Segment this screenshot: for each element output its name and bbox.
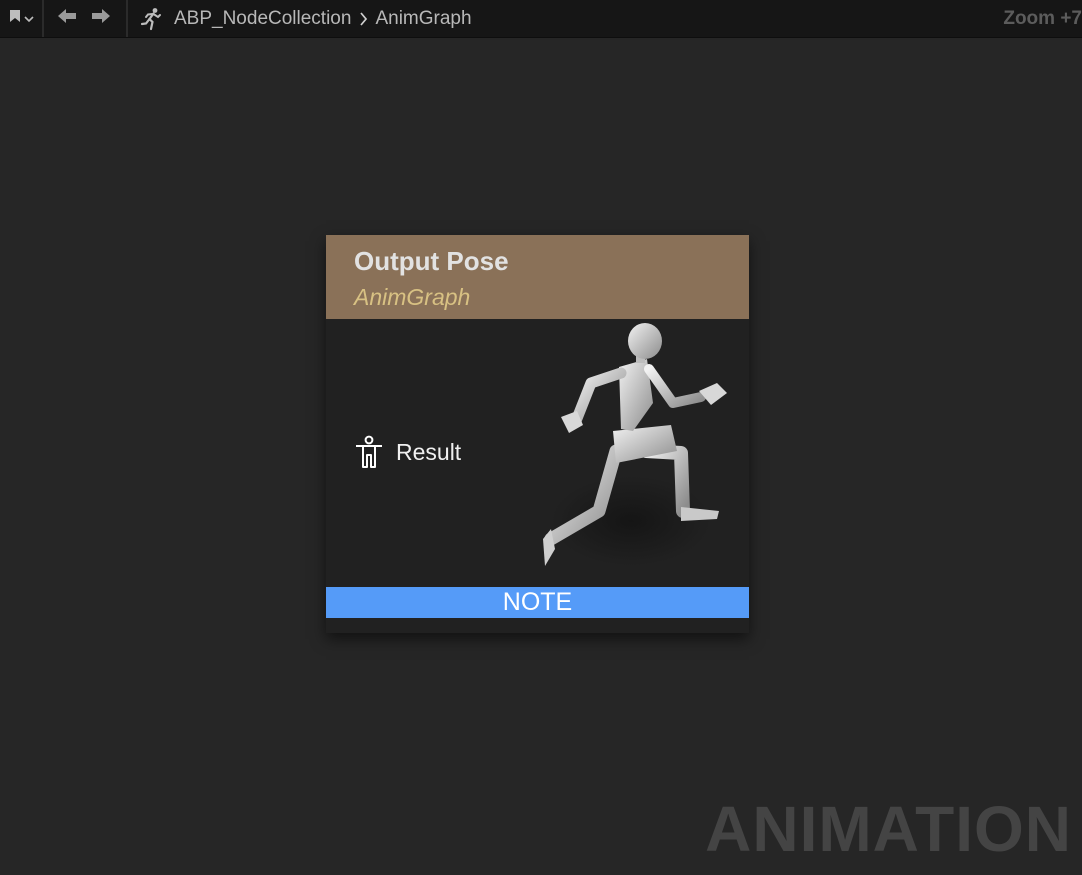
arrow-right-icon <box>91 8 111 29</box>
zoom-level: Zoom +7 <box>1003 8 1082 29</box>
pin-label: Result <box>396 438 462 465</box>
result-pin[interactable]: Result <box>354 435 461 469</box>
toolbar-divider <box>126 0 128 37</box>
back-button[interactable] <box>50 0 84 37</box>
node-header[interactable]: Output Pose AnimGraph <box>326 235 749 319</box>
graph-toolbar: ABP_NodeCollection AnimGraph Zoom +7 <box>0 0 1082 38</box>
chevron-right-icon <box>355 0 371 37</box>
arrow-left-icon <box>57 8 77 29</box>
mannequin-preview <box>543 323 727 566</box>
node-title: Output Pose <box>354 246 509 276</box>
chevron-down-icon <box>23 10 34 28</box>
breadcrumb-graph[interactable]: AnimGraph <box>375 0 471 37</box>
running-man-icon <box>136 0 166 37</box>
breadcrumb-asset[interactable]: ABP_NodeCollection <box>174 0 351 37</box>
node-subtitle: AnimGraph <box>354 284 471 310</box>
output-pose-node[interactable]: Output Pose AnimGraph Result NOTE <box>326 235 749 633</box>
bookmark-icon <box>9 9 21 28</box>
pose-pin-icon[interactable] <box>354 435 384 469</box>
node-note-bar[interactable]: NOTE <box>326 587 749 618</box>
forward-button[interactable] <box>84 0 118 37</box>
bookmark-dropdown-button[interactable] <box>0 0 44 37</box>
graph-editor[interactable]: ABP_NodeCollection AnimGraph Zoom +7 Out… <box>0 0 1082 875</box>
graph-type-watermark: ANIMATION <box>705 793 1072 865</box>
